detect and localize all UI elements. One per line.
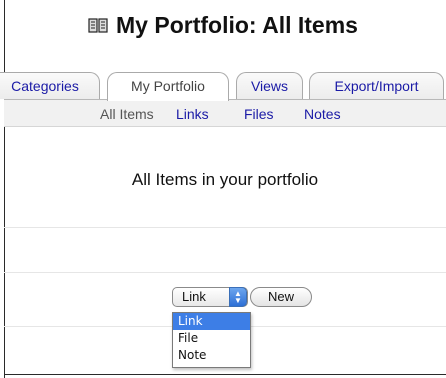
section-heading: All Items in your portfolio [131,170,319,189]
tab-bar: Categories My Portfolio Views Export/Imp… [0,72,446,101]
page-title: My Portfolio: All Items [0,12,446,39]
subnav-notes[interactable]: Notes [304,106,341,122]
dropdown-option-link[interactable]: Link [173,313,250,330]
new-button[interactable]: New [250,287,312,307]
divider [4,272,446,273]
book-icon [88,18,108,33]
dropdown-option-file[interactable]: File [173,330,250,347]
subnav-links[interactable]: Links [176,106,209,122]
tab-export-import[interactable]: Export/Import [309,72,444,99]
item-type-select[interactable]: Link ▲ ▼ [172,287,248,307]
page-title-text: My Portfolio: All Items [116,12,358,38]
sub-navigation: All Items Links Files Notes [4,100,446,127]
frame-bottom-border [4,374,446,375]
tab-categories[interactable]: Categories [0,72,100,99]
item-type-dropdown-menu: Link File Note [172,312,251,368]
dropdown-option-note[interactable]: Note [173,347,250,364]
tab-my-portfolio[interactable]: My Portfolio [107,72,229,101]
subnav-files[interactable]: Files [244,106,274,122]
item-type-select-value: Link [182,289,206,304]
subnav-all-items: All Items [100,106,154,122]
tab-views[interactable]: Views [236,72,303,99]
divider [4,227,446,228]
select-arrows-icon: ▲ ▼ [229,287,247,307]
